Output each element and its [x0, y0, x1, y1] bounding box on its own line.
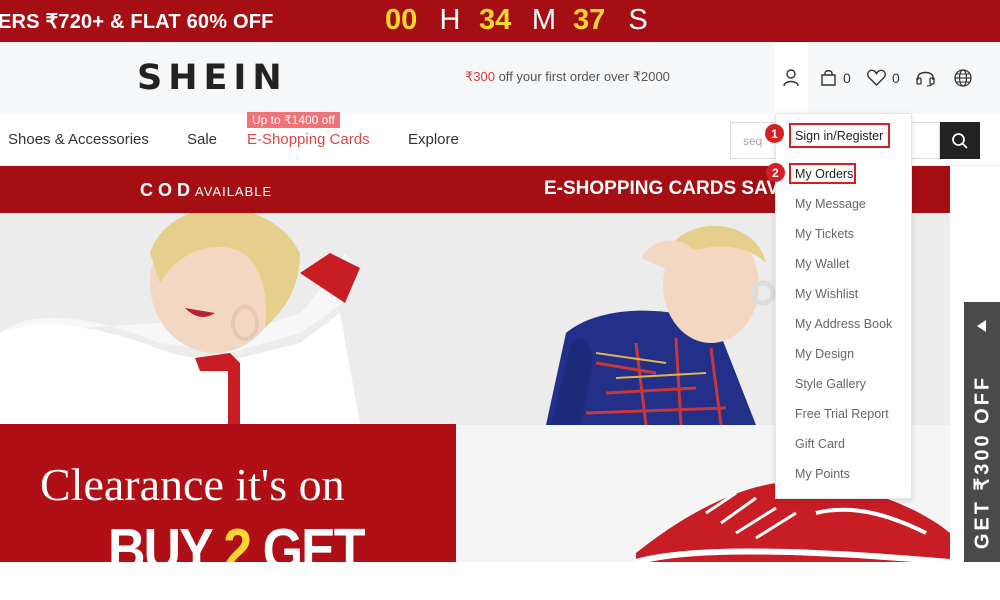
countdown-minutes-unit: M [531, 3, 557, 36]
menu-item-my-points[interactable]: My Points [795, 467, 850, 481]
cart-button[interactable]: 0 [820, 69, 851, 86]
wishlist-count: 0 [892, 69, 900, 86]
search-button[interactable] [940, 122, 980, 159]
clearance-subtitle-number: 2 [223, 517, 252, 562]
countdown-hours-unit: H [439, 3, 461, 36]
banner-clearance[interactable]: CODAVAILABLE Clearance it's on BUY 2 GET [0, 166, 456, 562]
headset-icon[interactable] [916, 69, 935, 87]
step-marker-1: 1 [765, 124, 784, 143]
countdown-seconds-unit: S [628, 3, 648, 36]
e-shopping-badge: Up to ₹1400 off [247, 112, 340, 128]
countdown-seconds: 37 [573, 3, 606, 36]
nav-item-shoes-accessories[interactable]: Shoes & Accessories [8, 131, 149, 148]
collapse-arrow-icon[interactable] [977, 320, 986, 332]
header-offer: ₹300 off your first order over ₹2000 [465, 69, 670, 85]
clearance-title: Clearance it's on [40, 459, 345, 510]
cod-strip: CODAVAILABLE [0, 166, 456, 213]
step-marker-2: 2 [766, 163, 785, 182]
offer-text: off your first order over ₹2000 [494, 69, 670, 84]
cod-label: CODAVAILABLE [140, 180, 272, 201]
user-icon[interactable] [783, 69, 799, 87]
menu-item-my-tickets[interactable]: My Tickets [795, 227, 854, 241]
promo-bar: ERS ₹720+ & FLAT 60% OFF 00 H 34 M 37 S [0, 0, 1000, 42]
clearance-subtitle: BUY 2 GET [108, 516, 366, 562]
wishlist-button[interactable]: 0 [867, 69, 900, 86]
highlight-box-my-orders [789, 163, 856, 184]
cod-label-light: AVAILABLE [195, 184, 273, 199]
e-shopping-header: E-SHOPPING CARDS SAV [544, 178, 780, 199]
nav-item-explore[interactable]: Explore [408, 131, 459, 148]
menu-item-free-trial-report[interactable]: Free Trial Report [795, 407, 889, 421]
menu-item-my-design[interactable]: My Design [795, 347, 854, 361]
menu-item-my-message[interactable]: My Message [795, 197, 866, 211]
account-dropdown-menu: Sign in/Register My Orders My Message My… [775, 113, 912, 499]
nav-item-sale[interactable]: Sale [187, 131, 217, 148]
search-icon [952, 132, 968, 149]
side-offer-tab[interactable]: GET ₹300 OFF [964, 302, 1000, 562]
offer-amount: ₹300 [465, 69, 495, 84]
site-header: SHEIN ₹300 off your first order over ₹20… [0, 42, 1000, 114]
menu-item-my-wallet[interactable]: My Wallet [795, 257, 849, 271]
menu-item-my-wishlist[interactable]: My Wishlist [795, 287, 858, 301]
clearance-subtitle-a: BUY [108, 517, 224, 562]
globe-icon[interactable] [954, 69, 972, 87]
cart-icon [821, 70, 836, 86]
menu-item-my-address-book[interactable]: My Address Book [795, 317, 892, 331]
search-placeholder: seq [743, 134, 763, 148]
highlight-box-sign-in [789, 123, 890, 148]
clearance-subtitle-b: GET [250, 517, 366, 562]
menu-item-style-gallery[interactable]: Style Gallery [795, 377, 866, 391]
countdown-minutes: 34 [479, 3, 512, 36]
cod-label-bold: COD [140, 180, 195, 200]
countdown-hours: 00 [385, 3, 418, 36]
side-offer-text: GET ₹300 OFF [971, 374, 994, 550]
menu-item-gift-card[interactable]: Gift Card [795, 437, 845, 451]
promo-text: ERS ₹720+ & FLAT 60% OFF [0, 11, 274, 33]
site-logo[interactable]: SHEIN [137, 58, 288, 98]
model-photo-left [0, 213, 456, 424]
nav-item-e-shopping-cards[interactable]: E-Shopping Cards [247, 131, 370, 148]
heart-icon [867, 69, 886, 86]
cart-count: 0 [843, 69, 851, 86]
countdown-timer: 00 H 34 M 37 S [385, 3, 667, 37]
